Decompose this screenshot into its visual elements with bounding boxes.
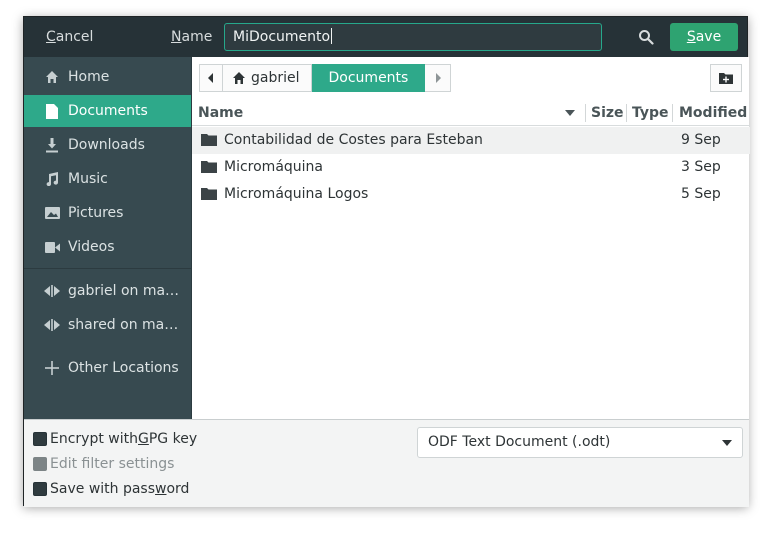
text-caret (331, 28, 333, 44)
column-header: Name Size Type Modified (192, 100, 750, 126)
column-divider (585, 104, 586, 122)
file-row[interactable]: Micromáquina 3 Sep (192, 154, 750, 181)
column-modified[interactable]: Modified (679, 100, 747, 126)
file-name: Micromáquina Logos (224, 186, 369, 202)
file-name: Micromáquina (224, 159, 323, 175)
plus-icon (44, 360, 60, 376)
file-name-value: MiDocumento (233, 29, 331, 45)
network-icon (44, 317, 60, 333)
file-row[interactable]: Micromáquina Logos 5 Sep (192, 181, 750, 208)
column-type[interactable]: Type (632, 100, 669, 126)
column-size[interactable]: Size (591, 100, 624, 126)
document-icon (44, 103, 60, 119)
search-button[interactable] (630, 23, 662, 51)
sidebar-item-downloads[interactable]: Downloads (24, 129, 191, 161)
new-folder-button[interactable] (710, 64, 742, 92)
sidebar-item-label: Pictures (68, 205, 124, 221)
save-button[interactable]: Save (670, 23, 738, 51)
save-file-dialog: Cancel Name MiDocumento Save Home Docume… (23, 16, 750, 507)
dialog-header: Cancel Name MiDocumento Save (24, 17, 747, 57)
videos-icon (44, 239, 60, 255)
path-current-button[interactable]: Documents (311, 64, 426, 92)
file-type-select[interactable]: ODF Text Document (.odt) (417, 427, 743, 458)
save-label: ave (695, 29, 722, 45)
cancel-label: ancel (55, 29, 94, 45)
sidebar-item-label: Videos (68, 239, 115, 255)
name-label-text: ame (181, 29, 213, 45)
cancel-mnemonic: C (46, 29, 56, 45)
sidebar-item-pictures[interactable]: Pictures (24, 197, 191, 229)
password-label-pre: Save with pass (50, 481, 156, 497)
path-back-button[interactable] (199, 64, 223, 92)
sidebar-item-home[interactable]: Home (24, 61, 191, 93)
path-home-label: gabriel (251, 70, 300, 86)
network-icon (44, 283, 60, 299)
column-divider (626, 104, 627, 122)
sidebar-item-label: shared on ma… (68, 317, 179, 333)
sidebar-separator (24, 268, 191, 269)
cancel-button[interactable]: Cancel (46, 17, 93, 57)
file-name: Contabilidad de Costes para Esteban (224, 132, 483, 148)
download-icon (44, 137, 60, 153)
sidebar-item-label: Music (68, 171, 108, 187)
places-sidebar: Home Documents Downloads Music Pictures … (24, 57, 191, 419)
file-modified: 5 Sep (681, 186, 721, 202)
folder-icon (201, 161, 217, 173)
sidebar-item-label: Other Locations (68, 360, 179, 376)
checkbox-box[interactable] (33, 432, 47, 446)
sort-down-icon[interactable] (565, 110, 575, 116)
checkbox-box[interactable] (33, 482, 47, 496)
password-label-post: ord (166, 481, 190, 497)
name-mnemonic: N (171, 29, 182, 45)
sidebar-item-label: Documents (68, 103, 148, 119)
music-icon (44, 171, 60, 187)
file-type-value: ODF Text Document (.odt) (428, 434, 611, 450)
save-mnemonic: S (686, 29, 696, 45)
save-with-password-checkbox[interactable]: Save with pass w ord (33, 479, 189, 499)
search-icon (639, 30, 654, 45)
file-browser: gabriel Documents Name Size Type Modifie… (191, 57, 750, 419)
chevron-right-icon (435, 73, 441, 83)
encrypt-label-pre: Encrypt with (50, 431, 138, 447)
encrypt-gpg-checkbox[interactable]: Encrypt with G PG key (33, 429, 197, 449)
sidebar-item-documents[interactable]: Documents (24, 95, 191, 127)
sidebar-item-label: Downloads (68, 137, 145, 153)
path-bar: gabriel Documents (199, 64, 452, 92)
password-mnemonic: w (155, 481, 167, 497)
home-icon (233, 72, 245, 84)
filter-label: Edit filter settings (50, 456, 175, 472)
file-name-input[interactable]: MiDocumento (224, 23, 602, 51)
folder-icon (201, 134, 217, 146)
column-name[interactable]: Name (198, 100, 243, 126)
sidebar-item-music[interactable]: Music (24, 163, 191, 195)
path-forward-button[interactable] (425, 64, 452, 92)
path-home-button[interactable]: gabriel (223, 64, 312, 92)
sidebar-item-label: gabriel on ma… (68, 283, 180, 299)
path-current-label: Documents (328, 70, 409, 86)
chevron-left-icon (208, 73, 213, 83)
sidebar-item-gabriel-network[interactable]: gabriel on ma… (24, 275, 191, 307)
sidebar-item-label: Home (68, 69, 110, 85)
pictures-icon (44, 205, 60, 221)
sidebar-item-other-locations[interactable]: Other Locations (24, 352, 191, 384)
column-divider (672, 104, 673, 122)
dialog-footer: Encrypt with G PG key Edit filter setting… (24, 419, 749, 507)
folder-icon (201, 188, 217, 200)
new-folder-icon (719, 73, 733, 84)
file-modified: 3 Sep (681, 159, 721, 175)
checkbox-box[interactable] (33, 457, 47, 471)
sidebar-item-videos[interactable]: Videos (24, 231, 191, 263)
dropdown-arrow-icon (722, 440, 732, 446)
encrypt-label-post: PG key (148, 431, 198, 447)
name-label: Name (171, 17, 212, 57)
encrypt-mnemonic: G (138, 431, 149, 447)
edit-filter-checkbox[interactable]: Edit filter settings (33, 454, 174, 474)
file-row[interactable]: Contabilidad de Costes para Esteban 9 Se… (192, 127, 750, 154)
sidebar-item-shared-network[interactable]: shared on ma… (24, 309, 191, 341)
home-icon (44, 69, 60, 85)
file-modified: 9 Sep (681, 132, 721, 148)
